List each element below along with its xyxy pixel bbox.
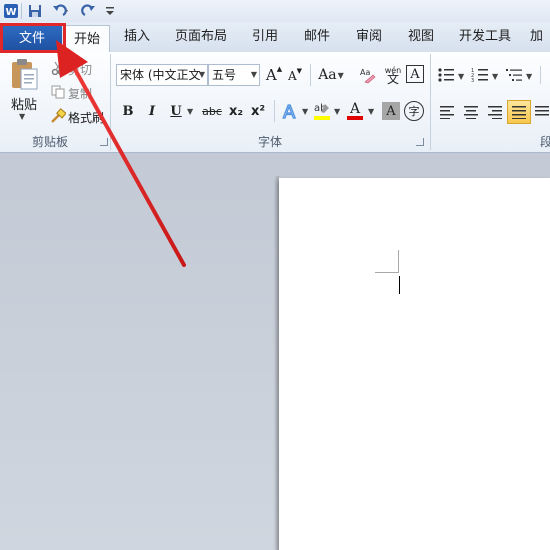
font-name-dropdown-icon[interactable]: ▼ [199,65,205,85]
char-border-icon[interactable]: A [406,65,424,83]
customize-icon[interactable] [104,2,116,20]
text-highlight-icon[interactable]: ab [312,99,332,123]
align-left-icon[interactable] [436,101,458,123]
word-icon[interactable]: W [3,2,19,20]
font-name-value: 宋体 (中文正文 [120,68,201,82]
format-painter-icon[interactable] [50,108,66,124]
text-cursor [399,276,400,294]
margin-corner-marker [398,250,399,273]
tab-addins[interactable]: 加 [530,22,550,52]
italic-button[interactable]: I [142,100,162,122]
format-painter-label[interactable]: 格式刷 [68,109,104,126]
font-size-combo[interactable]: 五号 ▼ [208,64,260,86]
bullets-dropdown-icon[interactable]: ▼ [458,72,464,81]
phonetic-guide-icon[interactable]: wén 文 [382,63,404,87]
para-row-divider [540,66,541,84]
svg-text:A: A [283,102,296,121]
text-effects-icon[interactable]: A [280,99,302,123]
underline-button[interactable]: U [166,100,186,122]
font-row-divider [310,64,311,86]
char-shading-icon[interactable]: A [382,102,400,120]
bullets-icon[interactable] [436,65,456,85]
grow-font-icon[interactable]: A ▲ [264,65,284,85]
tab-page-layout[interactable]: 页面布局 [170,22,232,52]
ribbon-home: 粘贴 ▼ 剪切 复制 格式刷 剪贴板 宋体 (中文正文 ▼ 五号 ▼ A ▲ A ▼… [0,52,550,153]
align-center-icon[interactable] [460,101,482,123]
paste-dropdown-icon[interactable]: ▼ [19,112,25,121]
tab-mailings[interactable]: 邮件 [296,22,338,52]
file-tab-highlight-box [0,23,66,53]
font-group-label: 字体 [257,135,282,149]
bold-button[interactable]: B [118,100,138,122]
group-separator [430,54,431,150]
font-color-icon[interactable]: A [346,99,364,123]
qat-divider [21,3,22,19]
text-effects-dropdown-icon[interactable]: ▼ [302,107,308,116]
copy-icon[interactable] [50,84,66,100]
font-size-dropdown-icon[interactable]: ▼ [251,65,257,85]
paste-button-label[interactable]: 粘贴 [6,94,42,113]
subscript-button[interactable]: x₂ [226,100,246,122]
cut-label[interactable]: 剪切 [68,61,92,78]
ribbon-tab-row: 文件 开始 插入 页面布局 引用 邮件 审阅 视图 开发工具 加 [0,22,550,53]
quick-access-toolbar: W [0,0,550,22]
document-page[interactable] [279,178,550,550]
save-icon[interactable] [26,2,44,20]
font-color-dropdown-icon[interactable]: ▼ [368,107,374,116]
font-row2-divider [274,100,275,122]
tab-review[interactable]: 审阅 [348,22,390,52]
paragraph-group-label: 段 [540,135,550,149]
justify-icon[interactable] [507,100,531,124]
underline-dropdown-icon[interactable]: ▼ [187,107,193,116]
font-size-value: 五号 [212,68,237,82]
tab-developer[interactable]: 开发工具 [452,22,518,52]
clear-formatting-icon[interactable]: Aa [358,64,378,86]
redo-icon[interactable] [80,2,98,20]
tab-references[interactable]: 引用 [244,22,286,52]
enclose-characters-icon[interactable]: 字 [404,101,424,121]
shrink-font-icon[interactable]: A ▼ [286,67,304,85]
strikethrough-button[interactable]: abc [200,100,224,122]
tab-view[interactable]: 视图 [400,22,442,52]
copy-label[interactable]: 复制 [68,85,92,102]
text-highlight-dropdown-icon[interactable]: ▼ [334,107,340,116]
clipboard-launcher-icon[interactable] [100,138,108,146]
superscript-button[interactable]: x² [248,100,268,122]
margin-corner-marker [375,272,399,273]
font-name-combo[interactable]: 宋体 (中文正文 ▼ [116,64,208,86]
tab-insert[interactable]: 插入 [116,22,158,52]
align-right-icon[interactable] [484,101,506,123]
svg-text:Aa: Aa [360,68,370,77]
svg-text:W: W [5,7,16,18]
numbering-dropdown-icon[interactable]: ▼ [492,72,498,81]
change-case-icon[interactable]: Aa ▼ [316,65,346,85]
clipboard-group-label: 剪贴板 [31,135,68,149]
distributed-icon[interactable] [533,101,550,123]
paste-icon[interactable] [6,56,42,92]
cut-icon[interactable] [50,60,66,76]
multilevel-dropdown-icon[interactable]: ▼ [526,72,532,81]
tab-home[interactable]: 开始 [64,25,110,53]
svg-text:3: 3 [471,78,474,83]
undo-icon[interactable] [50,2,72,20]
multilevel-list-icon[interactable] [504,65,524,85]
font-launcher-icon[interactable] [416,138,424,146]
numbering-icon[interactable]: 123 [470,65,490,85]
